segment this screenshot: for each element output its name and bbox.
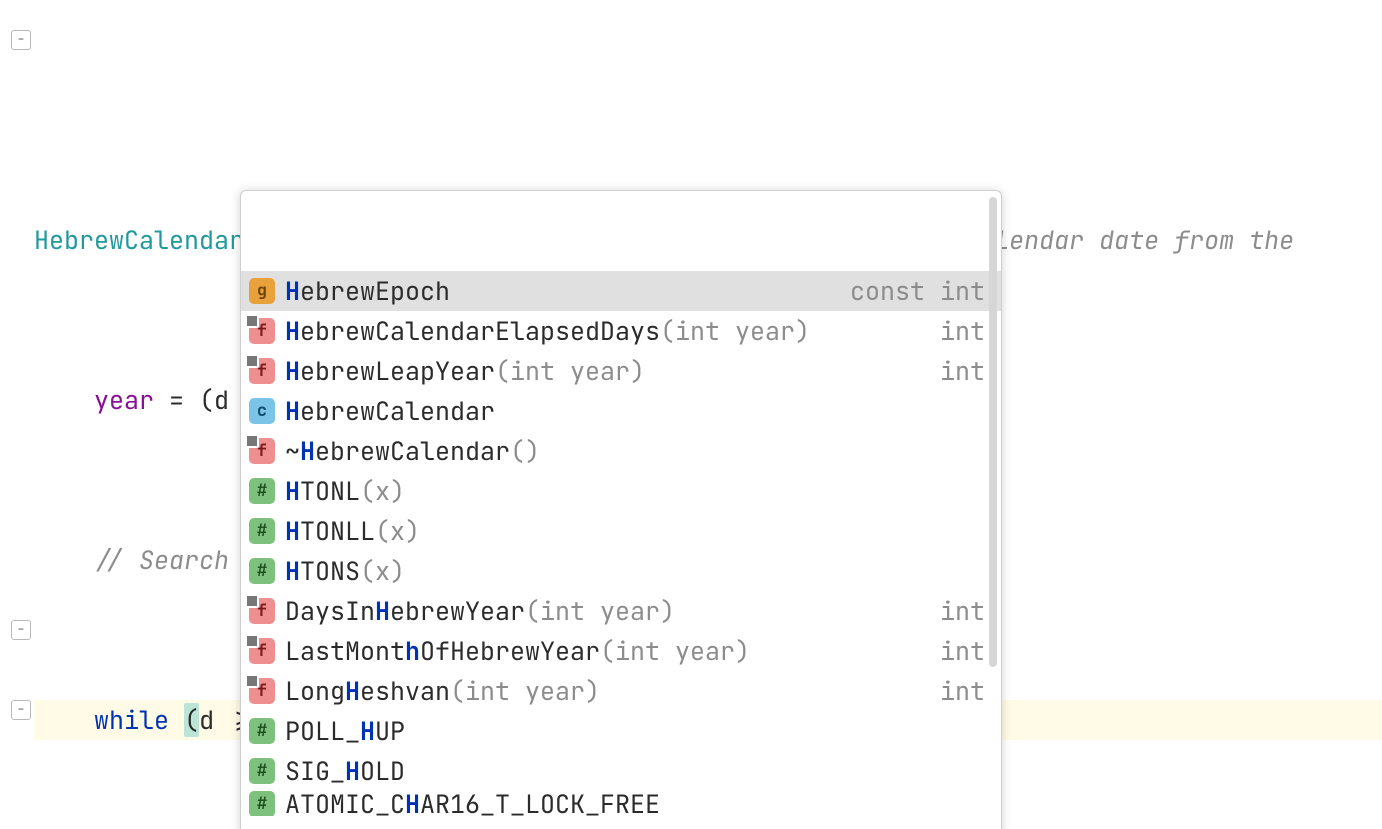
- completion-kind-icon: #: [249, 718, 275, 744]
- autocomplete-item[interactable]: f HebrewCalendarElapsedDays(int year)int: [241, 311, 1001, 351]
- autocomplete-popup[interactable]: g HebrewEpochconst int f HebrewCalendarElap…: [240, 190, 1002, 829]
- completion-kind-icon: f: [249, 438, 275, 464]
- autocomplete-item[interactable]: # HTONLL(x): [241, 511, 1001, 551]
- completion-return-type: int: [940, 671, 985, 711]
- autocomplete-item[interactable]: # POLL_HUP: [241, 711, 1001, 751]
- fold-toggle-icon[interactable]: −: [11, 620, 31, 640]
- autocomplete-item[interactable]: # HTONL(x): [241, 471, 1001, 511]
- autocomplete-item[interactable]: #ATOMIC_CHAR16_T_LOCK_FREE: [241, 791, 1001, 816]
- completion-return-type: int: [940, 311, 985, 351]
- gutter: − − −: [0, 0, 34, 829]
- class-name: HebrewCalendar: [34, 223, 244, 257]
- autocomplete-item[interactable]: g HebrewEpochconst int: [241, 271, 1001, 311]
- autocomplete-item[interactable]: f DaysInHebrewYear(int year)int: [241, 591, 1001, 631]
- completion-kind-icon: f: [249, 678, 275, 704]
- completion-label: ATOMIC_CHAR16_T_LOCK_FREE: [285, 784, 975, 817]
- completion-kind-icon: f: [249, 638, 275, 664]
- completion-kind-icon: #: [249, 791, 275, 817]
- completion-label: LongHeshvan(int year): [285, 671, 930, 711]
- autocomplete-item[interactable]: f LastMonthOfHebrewYear(int year)int: [241, 631, 1001, 671]
- completion-label: HTONS(x): [285, 551, 975, 591]
- completion-label: HebrewEpoch: [285, 271, 840, 311]
- completion-label: HTONL(x): [285, 471, 975, 511]
- autocomplete-item[interactable]: f LongHeshvan(int year)int: [241, 671, 1001, 711]
- completion-kind-icon: g: [249, 278, 275, 304]
- completion-return-type: const int: [850, 271, 985, 311]
- completion-label: HebrewLeapYear(int year): [285, 351, 930, 391]
- completion-return-type: int: [940, 591, 985, 631]
- autocomplete-list[interactable]: g HebrewEpochconst int f HebrewCalendarElap…: [241, 271, 1001, 816]
- completion-label: HTONLL(x): [285, 511, 975, 551]
- completion-kind-icon: c: [249, 398, 275, 424]
- scrollbar[interactable]: [989, 197, 997, 667]
- autocomplete-item[interactable]: f HebrewLeapYear(int year)int: [241, 351, 1001, 391]
- completion-kind-icon: f: [249, 318, 275, 344]
- autocomplete-item[interactable]: f ~HebrewCalendar(): [241, 431, 1001, 471]
- completion-kind-icon: #: [249, 758, 275, 784]
- completion-return-type: int: [940, 351, 985, 391]
- autocomplete-item[interactable]: # HTONS(x): [241, 551, 1001, 591]
- completion-kind-icon: #: [249, 478, 275, 504]
- completion-label: HebrewCalendar: [285, 391, 975, 431]
- fold-toggle-icon[interactable]: −: [11, 30, 31, 50]
- completion-return-type: int: [940, 631, 985, 671]
- completion-label: DaysInHebrewYear(int year): [285, 591, 930, 631]
- completion-label: ~HebrewCalendar(): [285, 431, 975, 471]
- code-editor[interactable]: − − − HebrewCalendar::HebrewCalendar(int…: [0, 0, 1382, 829]
- completion-label: HebrewCalendarElapsedDays(int year): [285, 311, 930, 351]
- fold-toggle-icon[interactable]: −: [11, 700, 31, 720]
- completion-label: LastMonthOfHebrewYear(int year): [285, 631, 930, 671]
- completion-kind-icon: f: [249, 358, 275, 384]
- completion-kind-icon: f: [249, 598, 275, 624]
- autocomplete-item[interactable]: c HebrewCalendar: [241, 391, 1001, 431]
- completion-kind-icon: #: [249, 558, 275, 584]
- completion-kind-icon: #: [249, 518, 275, 544]
- completion-label: POLL_HUP: [285, 711, 975, 751]
